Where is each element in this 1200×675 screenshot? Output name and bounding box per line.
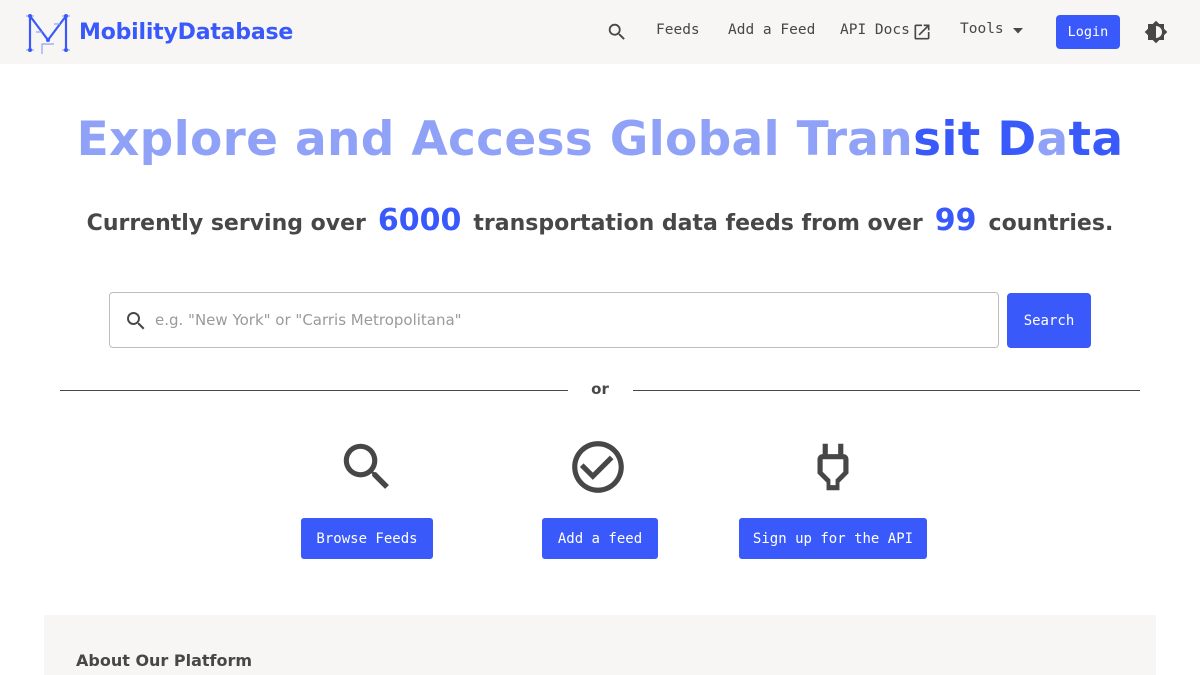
page-title-part-3: a — [1036, 112, 1069, 167]
page-title-part-2: sit D — [913, 112, 1037, 167]
browse-feeds-button[interactable]: Browse Feeds — [301, 518, 433, 559]
search-input[interactable] — [155, 301, 985, 339]
add-feed-button[interactable]: Add a feed — [542, 518, 658, 559]
power-plug-icon — [817, 443, 849, 491]
page-title-part-1: Explore and Access Global Tran — [76, 112, 914, 167]
page-title-part-4: ta — [1068, 112, 1124, 167]
stats-prefix: Currently serving over — [86, 211, 366, 236]
stats-subtitle: Currently serving over 6000 transportation… — [0, 203, 1200, 238]
stats-middle: transportation data feeds from over — [473, 211, 923, 236]
about-title: About Our Platform — [76, 651, 253, 670]
search-field[interactable] — [109, 292, 999, 348]
divider-left — [60, 390, 568, 391]
brightness-contrast-icon[interactable] — [1144, 20, 1168, 44]
nav-tools[interactable]: Tools — [960, 21, 1004, 37]
search-button[interactable]: Search — [1007, 293, 1091, 348]
search-icon — [127, 312, 145, 330]
page-title: Explore and Access Global Transit Data — [0, 112, 1200, 167]
about-section: About Our Platform — [44, 615, 1156, 675]
country-count: 99 — [934, 203, 977, 238]
login-button[interactable]: Login — [1056, 15, 1120, 49]
top-app-bar: MobilityDatabase Feeds Add a Feed API Do… — [0, 0, 1200, 64]
stats-suffix: countries. — [988, 211, 1114, 236]
divider-or-text: or — [591, 380, 609, 398]
logo-text: MobilityDatabase — [79, 20, 294, 45]
logo[interactable]: MobilityDatabase — [24, 10, 293, 55]
mobility-database-logo-icon — [26, 14, 70, 54]
open-in-new-icon[interactable] — [912, 22, 932, 42]
nav-feeds[interactable]: Feeds — [656, 22, 700, 38]
search-icon — [343, 443, 389, 489]
caret-down-icon[interactable] — [1012, 27, 1024, 35]
search-icon[interactable] — [606, 21, 628, 43]
nav-add-feed[interactable]: Add a Feed — [728, 22, 815, 38]
sign-up-api-button[interactable]: Sign up for the API — [739, 518, 927, 559]
check-circle-icon — [572, 441, 624, 493]
divider-right — [633, 390, 1140, 391]
feed-count: 6000 — [377, 203, 462, 238]
nav-api-docs[interactable]: API Docs — [840, 22, 910, 38]
